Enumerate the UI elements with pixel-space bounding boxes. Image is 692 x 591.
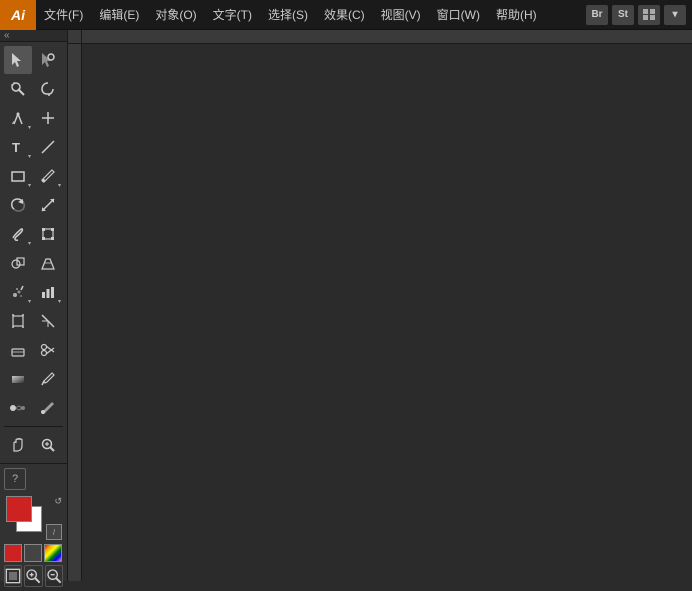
eraser-tool[interactable] bbox=[4, 336, 32, 364]
selection-tool[interactable] bbox=[4, 46, 32, 74]
grid-icon bbox=[643, 9, 655, 21]
zoom-out-button[interactable] bbox=[45, 565, 63, 587]
menu-file[interactable]: 文件(F) bbox=[36, 0, 91, 29]
free-transform-tool[interactable] bbox=[34, 220, 62, 248]
perspective-tool[interactable] bbox=[34, 249, 62, 277]
tool-row-4: T bbox=[4, 133, 63, 161]
rect-tool[interactable] bbox=[4, 162, 32, 190]
canvas-area[interactable] bbox=[68, 30, 692, 581]
main-layout: « bbox=[0, 30, 692, 581]
symbol-sprayer-tool[interactable] bbox=[4, 278, 32, 306]
zoom-in-button[interactable] bbox=[24, 565, 42, 587]
app-logo: Ai bbox=[0, 0, 36, 30]
tool-row-9 bbox=[4, 278, 63, 306]
fill-color-small[interactable] bbox=[4, 544, 22, 562]
gradient-swatch-small[interactable] bbox=[44, 544, 62, 562]
ruler-vertical bbox=[68, 44, 82, 581]
toolbar: « bbox=[0, 30, 68, 581]
menu-text[interactable]: 文字(T) bbox=[205, 0, 260, 29]
slice-tool[interactable] bbox=[34, 307, 62, 335]
tool-row-7 bbox=[4, 220, 63, 248]
tool-row-2 bbox=[4, 75, 63, 103]
menu-effect[interactable]: 效果(C) bbox=[316, 0, 373, 29]
scale-tool[interactable] bbox=[34, 191, 62, 219]
tool-row-1 bbox=[4, 46, 63, 74]
tool-row-11 bbox=[4, 336, 63, 364]
menu-bar: Ai 文件(F) 编辑(E) 对象(O) 文字(T) 选择(S) 效果(C) 视… bbox=[0, 0, 692, 30]
menu-select[interactable]: 选择(S) bbox=[260, 0, 316, 29]
menu-help[interactable]: 帮助(H) bbox=[488, 0, 545, 29]
tool-row-3 bbox=[4, 104, 63, 132]
stroke-color-small[interactable] bbox=[24, 544, 42, 562]
tool-row-8 bbox=[4, 249, 63, 277]
tool-hint-button[interactable]: ? bbox=[4, 468, 26, 490]
arrange-button[interactable]: ▾ bbox=[664, 5, 686, 25]
screen-mode-row bbox=[4, 565, 63, 587]
artboard-tool[interactable] bbox=[4, 307, 32, 335]
gradient-tool[interactable] bbox=[4, 365, 32, 393]
color-mode-row bbox=[4, 544, 63, 562]
bridge-button[interactable]: Br bbox=[586, 5, 608, 25]
warp-tool[interactable] bbox=[4, 220, 32, 248]
tool-row-13 bbox=[4, 394, 63, 422]
hand-tool[interactable] bbox=[4, 431, 32, 459]
lasso-tool[interactable] bbox=[34, 75, 62, 103]
scissors-tool[interactable] bbox=[34, 336, 62, 364]
workspace-layout-button[interactable] bbox=[638, 5, 660, 25]
menu-view[interactable]: 视图(V) bbox=[373, 0, 429, 29]
menu-edit[interactable]: 编辑(E) bbox=[91, 0, 147, 29]
tool-row-5 bbox=[4, 162, 63, 190]
menu-items: 文件(F) 编辑(E) 对象(O) 文字(T) 选择(S) 效果(C) 视图(V… bbox=[36, 0, 586, 29]
menu-window[interactable]: 窗口(W) bbox=[429, 0, 488, 29]
blend-tool[interactable] bbox=[4, 394, 32, 422]
direct-selection-tool[interactable] bbox=[34, 46, 62, 74]
tool-row-10 bbox=[4, 307, 63, 335]
stock-button[interactable]: St bbox=[612, 5, 634, 25]
toolbar-separator bbox=[4, 426, 63, 427]
ruler-horizontal bbox=[68, 30, 692, 44]
tool-row-6 bbox=[4, 191, 63, 219]
type-tool[interactable]: T bbox=[4, 133, 32, 161]
toolbar-tools: T bbox=[0, 42, 67, 463]
live-paint-tool[interactable] bbox=[34, 394, 62, 422]
tool-row-14 bbox=[4, 431, 63, 459]
line-tool[interactable] bbox=[34, 133, 62, 161]
shape-builder-tool[interactable] bbox=[4, 249, 32, 277]
toolbar-bottom: ? / ↺ bbox=[0, 463, 67, 591]
rotate-tool[interactable] bbox=[4, 191, 32, 219]
foreground-color-swatch[interactable] bbox=[6, 496, 32, 522]
collapse-icon: « bbox=[4, 30, 10, 41]
reset-colors-button[interactable]: ↺ bbox=[54, 496, 62, 507]
menu-right: Br St ▾ bbox=[586, 5, 692, 25]
toolbar-collapse-bar[interactable]: « bbox=[0, 30, 67, 42]
none-color-button[interactable]: / bbox=[46, 524, 62, 540]
svg-text:T: T bbox=[12, 140, 20, 155]
zoom-tool[interactable] bbox=[34, 431, 62, 459]
column-graph-tool[interactable] bbox=[34, 278, 62, 306]
tool-row-12 bbox=[4, 365, 63, 393]
pen-tool[interactable] bbox=[4, 104, 32, 132]
change-screen-mode-button[interactable] bbox=[4, 565, 22, 587]
add-anchor-tool[interactable] bbox=[34, 104, 62, 132]
magic-wand-tool[interactable] bbox=[4, 75, 32, 103]
color-swatches: / ↺ bbox=[4, 494, 66, 542]
menu-object[interactable]: 对象(O) bbox=[147, 0, 204, 29]
paintbrush-tool[interactable] bbox=[34, 162, 62, 190]
eyedropper-tool[interactable] bbox=[34, 365, 62, 393]
